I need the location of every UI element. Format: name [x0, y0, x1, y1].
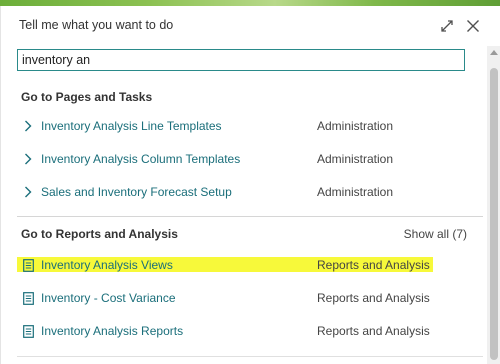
list-item[interactable]: Inventory - Cost Variance Reports and An… [17, 285, 483, 311]
search-input[interactable] [17, 49, 465, 71]
list-item[interactable]: Inventory Analysis Line Templates Admini… [17, 113, 483, 139]
dialog-title: Tell me what you want to do [19, 18, 174, 32]
bottom-divider [17, 356, 483, 357]
list-item[interactable]: Inventory Analysis Column Templates Admi… [17, 146, 483, 172]
chevron-right-icon [21, 152, 35, 166]
close-icon[interactable] [463, 16, 483, 36]
list-item[interactable]: Inventory Analysis Reports Reports and A… [17, 318, 483, 344]
section-divider [17, 216, 483, 217]
list-item-label: Inventory Analysis Views [41, 258, 173, 272]
report-icon [21, 324, 35, 338]
list-item-category: Administration [317, 185, 394, 199]
list-item-label: Inventory - Cost Variance [41, 291, 176, 305]
list-item[interactable]: Sales and Inventory Forecast Setup Admin… [17, 179, 483, 205]
list-item-category: Reports and Analysis [317, 258, 430, 272]
section-header-reports: Go to Reports and Analysis [21, 227, 178, 241]
list-item-label: Inventory Analysis Line Templates [41, 119, 222, 133]
list-item-category: Reports and Analysis [317, 291, 430, 305]
chevron-right-icon [21, 185, 35, 199]
list-item-label: Sales and Inventory Forecast Setup [41, 185, 232, 199]
list-item-label: Inventory Analysis Column Templates [41, 152, 241, 166]
tell-me-dialog: Tell me what you want to do Go to Pages … [0, 6, 500, 364]
report-icon [21, 258, 35, 272]
list-item-category: Administration [317, 152, 394, 166]
list-item-category: Reports and Analysis [317, 324, 430, 338]
vertical-scrollbar[interactable] [487, 46, 500, 364]
scroll-up-arrow-icon[interactable] [490, 50, 498, 55]
chevron-right-icon [21, 119, 35, 133]
list-item-label: Inventory Analysis Reports [41, 324, 184, 338]
section-header-pages: Go to Pages and Tasks [21, 90, 153, 104]
show-all-link[interactable]: Show all (7) [404, 227, 467, 241]
scroll-thumb[interactable] [490, 68, 498, 360]
report-icon [21, 291, 35, 305]
list-item-category: Administration [317, 119, 394, 133]
expand-arrows-icon[interactable] [437, 16, 457, 36]
list-item-highlighted[interactable]: Inventory Analysis Views Reports and Ana… [17, 252, 483, 278]
